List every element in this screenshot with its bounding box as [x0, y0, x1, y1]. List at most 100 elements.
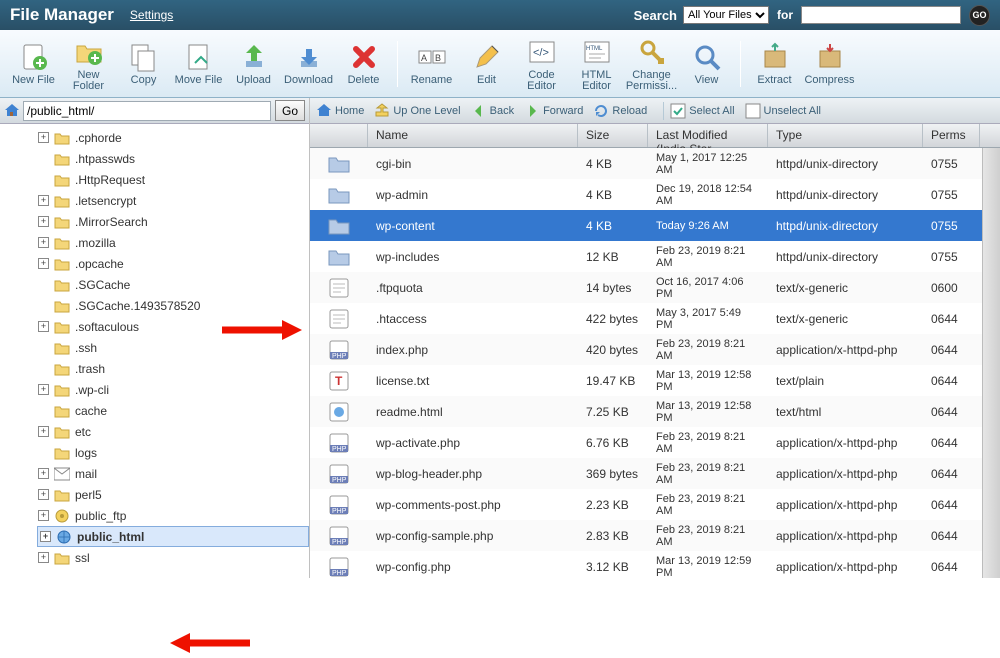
tree-item[interactable]: +.letsencrypt — [38, 190, 309, 211]
go-button[interactable]: Go — [275, 100, 305, 121]
file-row[interactable]: wp-content4 KBToday 9:26 AMhttpd/unix-di… — [310, 210, 982, 241]
tree-label: .opcache — [75, 257, 124, 271]
tree-item[interactable]: +.mozilla — [38, 232, 309, 253]
delete-button[interactable]: Delete — [336, 41, 391, 86]
tree-item[interactable]: .HttpRequest — [38, 169, 309, 190]
compress-button[interactable]: Compress — [802, 41, 857, 86]
tree-item[interactable]: +.wp-cli — [38, 379, 309, 400]
tree-item[interactable]: cache — [38, 400, 309, 421]
file-perms: 0644 — [923, 312, 980, 326]
code-editor-button[interactable]: </>Code Editor — [514, 36, 569, 92]
file-list[interactable]: cgi-bin4 KBMay 1, 2017 12:25 AMhttpd/uni… — [310, 148, 982, 578]
file-row[interactable]: readme.html7.25 KBMar 13, 2019 12:58 PMt… — [310, 396, 982, 427]
file-row[interactable]: .htaccess422 bytesMay 3, 2017 5:49 PMtex… — [310, 303, 982, 334]
edit-button[interactable]: Edit — [459, 41, 514, 86]
tree-item[interactable]: +public_html — [37, 526, 309, 547]
tree-item[interactable]: + .opcache — [38, 253, 309, 274]
tree-item[interactable]: .trash — [38, 358, 309, 379]
expand-toggle[interactable]: + — [38, 321, 49, 332]
expand-toggle[interactable]: + — [38, 384, 49, 395]
nav-label: Forward — [543, 105, 583, 117]
tree-item[interactable]: + .cphorde — [38, 127, 309, 148]
file-type: application/x-httpd-php — [768, 343, 923, 357]
folder-icon — [54, 299, 70, 313]
copy-button[interactable]: Copy — [116, 41, 171, 86]
download-button[interactable]: Download — [281, 41, 336, 86]
search-scope-select[interactable]: All Your Files — [683, 6, 769, 24]
file-row[interactable]: PHPindex.php420 bytesFeb 23, 2019 8:21 A… — [310, 334, 982, 365]
tree-item[interactable]: +public_ftp — [38, 505, 309, 526]
nav-reload[interactable]: Reload — [593, 103, 647, 119]
file-row[interactable]: PHPwp-comments-post.php2.23 KBFeb 23, 20… — [310, 489, 982, 520]
html-editor-button[interactable]: HTMLHTML Editor — [569, 36, 624, 92]
nav-up[interactable]: Up One Level — [374, 103, 460, 119]
file-row[interactable]: PHPwp-config.php3.12 KBMar 13, 2019 12:5… — [310, 551, 982, 578]
nav-back[interactable]: Back — [471, 103, 514, 119]
file-modified: Oct 16, 2017 4:06 PM — [648, 276, 768, 300]
file-row[interactable]: PHPwp-blog-header.php369 bytesFeb 23, 20… — [310, 458, 982, 489]
tree-item[interactable]: logs — [38, 442, 309, 463]
col-modified[interactable]: Last Modified (India Star — [648, 124, 768, 147]
change-permissions-button[interactable]: Change Permissi... — [624, 36, 679, 92]
file-type: text/x-generic — [768, 312, 923, 326]
file-row[interactable]: wp-includes12 KBFeb 23, 2019 8:21 AMhttp… — [310, 241, 982, 272]
col-perms[interactable]: Perms — [923, 124, 980, 147]
tree-item[interactable]: +.MirrorSearch — [38, 211, 309, 232]
new-file-button[interactable]: New File — [6, 41, 61, 86]
expand-toggle[interactable]: + — [38, 426, 49, 437]
file-row[interactable]: Tlicense.txt19.47 KBMar 13, 2019 12:58 P… — [310, 365, 982, 396]
expand-toggle[interactable]: + — [38, 510, 49, 521]
folder-icon — [54, 404, 70, 418]
html-editor-icon: HTML — [581, 36, 613, 68]
tree-item[interactable]: .SGCache — [38, 274, 309, 295]
settings-link[interactable]: Settings — [130, 8, 173, 22]
file-row[interactable]: .ftpquota14 bytesOct 16, 2017 4:06 PMtex… — [310, 272, 982, 303]
expand-toggle[interactable]: + — [38, 552, 49, 563]
new-folder-button[interactable]: New Folder — [61, 36, 116, 92]
nav-home[interactable]: Home — [316, 103, 364, 119]
tree-item[interactable]: .htpasswds — [38, 148, 309, 169]
tree-item[interactable]: +etc — [38, 421, 309, 442]
tree-item[interactable]: +ssl — [38, 547, 309, 568]
expand-toggle[interactable]: + — [38, 468, 49, 479]
search-input[interactable] — [801, 6, 961, 24]
file-size: 2.23 KB — [578, 498, 648, 512]
expand-toggle[interactable]: + — [38, 237, 49, 248]
search-go-button[interactable]: GO — [969, 5, 990, 26]
file-row[interactable]: PHPwp-activate.php6.76 KBFeb 23, 2019 8:… — [310, 427, 982, 458]
upload-button[interactable]: Upload — [226, 41, 281, 86]
expand-toggle[interactable]: + — [38, 132, 49, 143]
nav-unselect-all[interactable]: Unselect All — [745, 103, 821, 119]
tree-label: .cphorde — [75, 131, 122, 145]
file-perms: 0644 — [923, 343, 980, 357]
file-row[interactable]: PHPwp-config-sample.php2.83 KBFeb 23, 20… — [310, 520, 982, 551]
tree-item[interactable]: .SGCache.1493578520 — [38, 295, 309, 316]
col-size[interactable]: Size — [578, 124, 648, 147]
expand-toggle[interactable]: + — [38, 195, 49, 206]
folder-tree[interactable]: + .cphorde .htpasswds .HttpRequest+.letsenc… — [0, 124, 309, 578]
move-file-button[interactable]: Move File — [171, 41, 226, 86]
file-row[interactable]: wp-admin4 KBDec 19, 2018 12:54 AMhttpd/u… — [310, 179, 982, 210]
file-row[interactable]: cgi-bin4 KBMay 1, 2017 12:25 AMhttpd/uni… — [310, 148, 982, 179]
folder-icon — [54, 278, 70, 292]
view-button[interactable]: View — [679, 41, 734, 86]
file-size: 3.12 KB — [578, 560, 648, 574]
expand-toggle[interactable]: + — [38, 489, 49, 500]
expand-toggle[interactable]: + — [40, 531, 51, 542]
tree-label: .htpasswds — [75, 152, 135, 166]
svg-text:</>: </> — [533, 47, 549, 59]
file-type: text/x-generic — [768, 281, 923, 295]
copy-icon — [128, 41, 160, 73]
rename-button[interactable]: ABRename — [404, 41, 459, 86]
nav-select-all[interactable]: Select All — [670, 103, 734, 119]
tree-item[interactable]: +mail — [38, 463, 309, 484]
col-name[interactable]: Name — [368, 124, 578, 147]
tree-item[interactable]: +perl5 — [38, 484, 309, 505]
expand-toggle[interactable]: + — [38, 258, 49, 269]
path-input[interactable] — [23, 101, 271, 121]
nav-forward[interactable]: Forward — [524, 103, 583, 119]
col-type[interactable]: Type — [768, 124, 923, 147]
extract-button[interactable]: Extract — [747, 41, 802, 86]
expand-toggle[interactable]: + — [38, 216, 49, 227]
scrollbar[interactable] — [982, 148, 1000, 578]
